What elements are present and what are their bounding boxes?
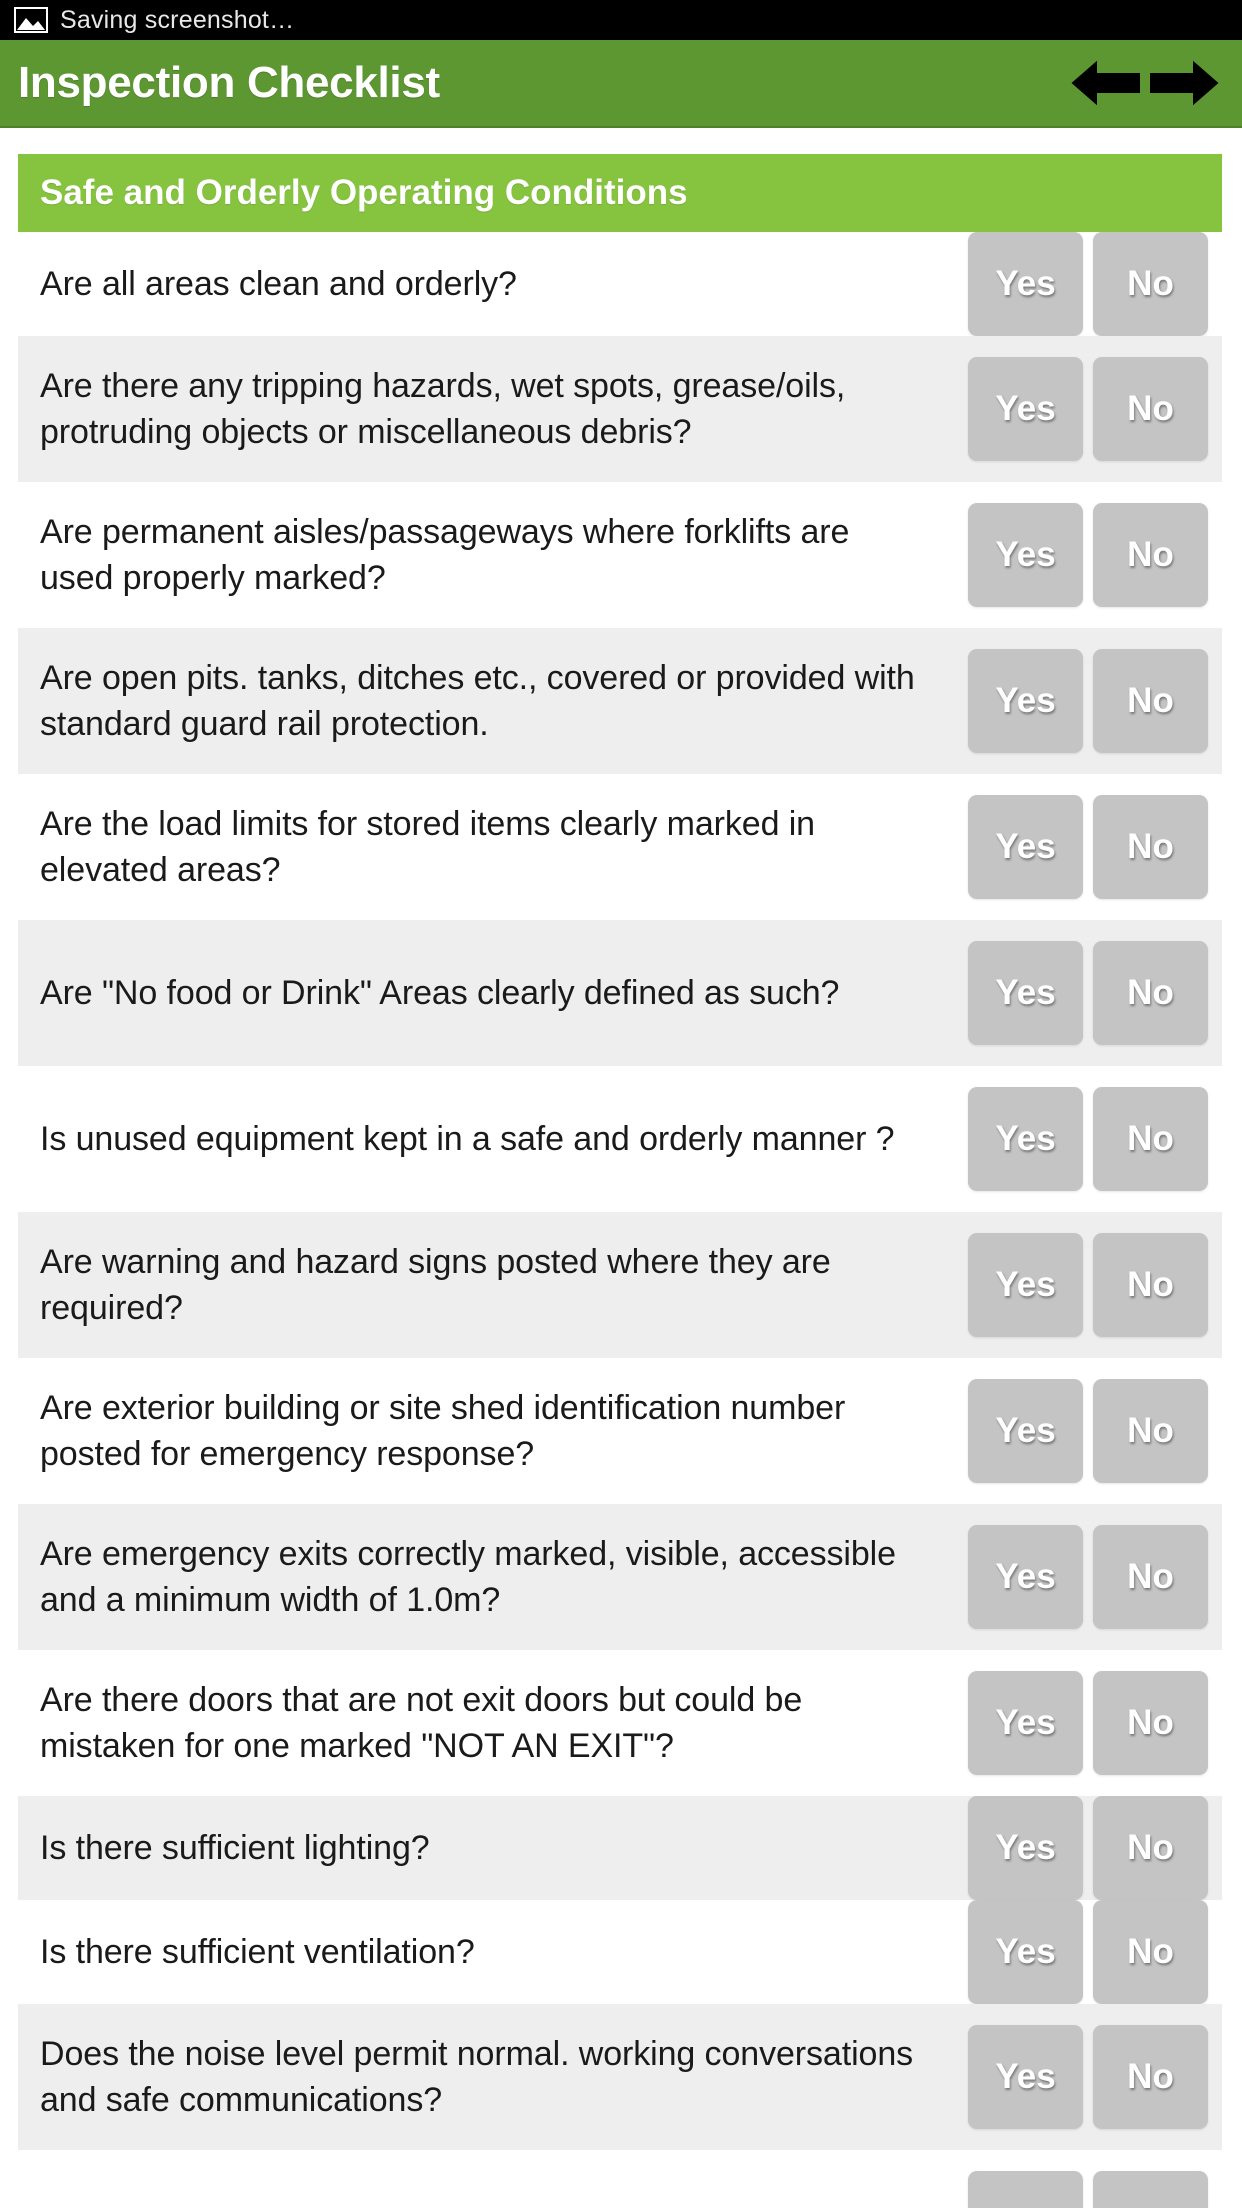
question-list: Are all areas clean and orderly? Yes No Are… [0,232,1242,2208]
yes-button[interactable]: Yes [968,795,1083,899]
no-button[interactable]: No [1093,503,1208,607]
answer-buttons: Yes No [968,2171,1212,2208]
answer-buttons: YesNo [968,1671,1212,1775]
status-bar: Saving screenshot… [0,0,1242,40]
page-title: Inspection Checklist [18,58,440,107]
answer-buttons: YesNo [968,503,1212,607]
question-row: Are open pits. tanks, ditches etc., cove… [18,628,1222,774]
answer-buttons: YesNo [968,1525,1212,1629]
answer-buttons: YesNo [968,795,1212,899]
navigation-arrows [1070,57,1220,109]
yes-button[interactable]: Yes [968,1233,1083,1337]
question-text: Does the noise level permit normal. work… [40,2035,914,2119]
answer-buttons: YesNo [968,941,1212,1045]
no-button[interactable]: No [1093,795,1208,899]
no-button[interactable]: No [1093,2025,1208,2129]
arrow-right-icon[interactable] [1148,57,1220,109]
no-button[interactable]: No [1093,1796,1208,1900]
yes-button[interactable]: Yes [968,1900,1083,2004]
yes-button[interactable]: Yes [968,1087,1083,1191]
question-row: Are the load limits for stored items cle… [18,774,1222,920]
question-row: Is unused equipment kept in a safe and o… [18,1066,1222,1212]
question-row: Are all areas clean and orderly? Yes No [18,232,1222,336]
yes-button[interactable]: Yes [968,1671,1083,1775]
yes-button[interactable]: Yes [968,503,1083,607]
question-row: Is there sufficient ventilation? Yes No [18,1900,1222,2004]
no-button[interactable]: No [1093,1525,1208,1629]
answer-buttons: YesNo [968,357,1212,461]
question-text: Are "No food or Drink" Areas clearly def… [40,974,840,1012]
question-row: Are exterior building or site shed ident… [18,1358,1222,1504]
yes-button[interactable]: Yes [968,649,1083,753]
status-bar-text: Saving screenshot… [60,5,295,34]
yes-button[interactable]: Yes [968,1796,1083,1900]
question-text: Are exterior building or site shed ident… [40,1389,846,1473]
no-button[interactable]: No [1093,1671,1208,1775]
question-text: Are permanent aisles/passageways where f… [40,513,850,597]
yes-button[interactable]: Yes [968,2025,1083,2129]
yes-button[interactable]: Yes [968,357,1083,461]
answer-buttons: YesNo [968,1900,1212,2004]
image-screenshot-icon [14,7,48,33]
question-row: Does the noise level permit normal. work… [18,2004,1222,2150]
inspection-checklist-screen: Saving screenshot… Inspection Checklist … [0,0,1242,2208]
question-text: Are there any tripping hazards, wet spot… [40,367,846,451]
question-text: Are the load limits for stored items cle… [40,805,815,889]
no-button[interactable]: No [1093,649,1208,753]
question-text: Is there sufficient lighting? [40,1829,430,1867]
no-button[interactable]: No [1093,232,1208,336]
question-row: Are permanent aisles/passageways where f… [18,482,1222,628]
yes-button[interactable]: Yes [968,232,1083,336]
yes-button[interactable]: Yes [968,2171,1083,2208]
answer-buttons: YesNo [968,2025,1212,2129]
question-text: Are warning and hazard signs posted wher… [40,1243,831,1327]
yes-button[interactable]: Yes [968,1525,1083,1629]
answer-buttons: YesNo [968,649,1212,753]
question-text: Are emergency exits correctly marked, vi… [40,1535,896,1619]
app-bar: Inspection Checklist [0,40,1242,128]
question-row: Is personnel able to escape to a safe fi… [18,2150,1222,2208]
question-row: Is there sufficient lighting? Yes No [18,1796,1222,1900]
no-button[interactable]: No [1093,1379,1208,1483]
no-button[interactable]: No [1093,1900,1208,2004]
section-header: Safe and Orderly Operating Conditions [18,154,1222,232]
question-row: Are emergency exits correctly marked, vi… [18,1504,1222,1650]
answer-buttons: YesNo [968,1087,1212,1191]
section-title: Safe and Orderly Operating Conditions [40,173,688,212]
question-text: Are open pits. tanks, ditches etc., cove… [40,659,915,743]
arrow-left-icon[interactable] [1070,57,1142,109]
question-row: Are there doors that are not exit doors … [18,1650,1222,1796]
no-button[interactable]: No [1093,941,1208,1045]
question-text: Are there doors that are not exit doors … [40,1681,803,1765]
answer-buttons: YesNo [968,232,1212,336]
question-row: Are there any tripping hazards, wet spot… [18,336,1222,482]
question-text: Are all areas clean and orderly? [40,265,517,303]
question-row: Are warning and hazard signs posted wher… [18,1212,1222,1358]
no-button[interactable]: No [1093,357,1208,461]
answer-buttons: YesNo [968,1233,1212,1337]
no-button[interactable]: No [1093,1087,1208,1191]
no-button[interactable]: No [1093,1233,1208,1337]
question-row: Are "No food or Drink" Areas clearly def… [18,920,1222,1066]
question-text: Is personnel able to escape to a safe fi… [40,2178,845,2208]
no-button[interactable]: No [1093,2171,1208,2208]
answer-buttons: YesNo [968,1796,1212,1900]
section-header-wrap: Safe and Orderly Operating Conditions [0,128,1242,232]
yes-button[interactable]: Yes [968,1379,1083,1483]
answer-buttons: YesNo [968,1379,1212,1483]
question-text: Is unused equipment kept in a safe and o… [40,1120,895,1158]
question-text: Is there sufficient ventilation? [40,1933,475,1971]
yes-button[interactable]: Yes [968,941,1083,1045]
